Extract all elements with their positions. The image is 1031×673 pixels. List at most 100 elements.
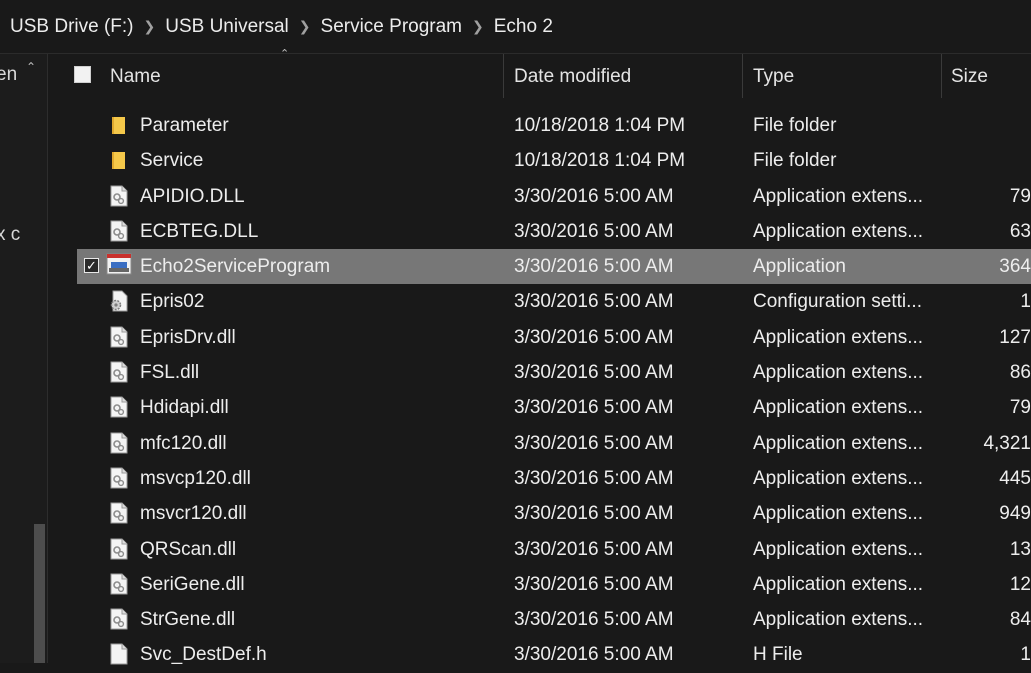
file-date-modified: 3/30/2016 5:00 AM xyxy=(514,432,674,454)
file-type: Application extens... xyxy=(753,503,924,525)
file-size: 1 xyxy=(1020,291,1031,313)
file-size: 4,321 xyxy=(983,432,1031,454)
file-type: Application extens... xyxy=(753,538,924,560)
file-name: FSL.dll xyxy=(140,362,200,384)
file-row[interactable]: EprisDrv.dll 3/30/2016 5:00 AM Application… xyxy=(48,320,1031,355)
nav-pane-item[interactable]: en xyxy=(0,64,17,86)
file-size: 13 xyxy=(1009,538,1031,560)
file-name: StrGene.dll xyxy=(140,609,236,631)
file-size: 12 xyxy=(1009,573,1031,595)
file-type: Application extens... xyxy=(753,609,924,631)
nav-scrollbar-thumb[interactable] xyxy=(34,524,45,663)
column-header-size[interactable]: Size xyxy=(951,66,988,88)
file-name: QRScan.dll xyxy=(140,538,237,560)
column-divider[interactable] xyxy=(941,54,942,98)
file-date-modified: 3/30/2016 5:00 AM xyxy=(514,467,674,489)
file-row[interactable]: Hdidapi.dll 3/30/2016 5:00 AM Application … xyxy=(48,390,1031,425)
dll-file-icon xyxy=(110,396,128,418)
file-name: Parameter xyxy=(140,115,229,136)
file-size: 949 xyxy=(999,503,1031,525)
file-type: File folder xyxy=(753,115,837,136)
column-header-name[interactable]: Name xyxy=(110,66,161,88)
file-type: Application extens... xyxy=(753,185,924,207)
file-size: 84 xyxy=(1009,609,1031,631)
file-name: Hdidapi.dll xyxy=(140,397,229,419)
file-type: Application extens... xyxy=(753,220,924,242)
file-name: EprisDrv.dll xyxy=(140,326,236,348)
file-date-modified: 3/30/2016 5:00 AM xyxy=(514,573,674,595)
file-row[interactable]: StrGene.dll 3/30/2016 5:00 AM Application … xyxy=(48,602,1031,637)
file-list: Parameter 10/18/2018 1:04 PM File folder Se… xyxy=(48,108,1031,673)
file-date-modified: 3/30/2016 5:00 AM xyxy=(514,397,674,419)
file-type: Application extens... xyxy=(753,573,924,595)
file-row[interactable]: FSL.dll 3/30/2016 5:00 AM Application exte… xyxy=(48,355,1031,390)
dll-file-icon xyxy=(110,573,128,595)
file-row[interactable]: mfc120.dll 3/30/2016 5:00 AM Application e… xyxy=(48,426,1031,461)
chevron-right-icon[interactable]: ❯ xyxy=(468,18,488,35)
column-header-type[interactable]: Type xyxy=(753,66,794,88)
dll-file-icon xyxy=(110,608,128,630)
dll-file-icon xyxy=(110,361,128,383)
file-name: Epris02 xyxy=(140,291,205,313)
column-header-row: ⌃ Name Date modified Type Size xyxy=(48,48,1031,100)
file-date-modified: 10/18/2018 1:04 PM xyxy=(514,150,686,172)
scroll-up-icon[interactable]: ⌃ xyxy=(26,60,36,74)
file-date-modified: 3/30/2016 5:00 AM xyxy=(514,291,674,313)
file-row[interactable]: QRScan.dll 3/30/2016 5:00 AM Application e… xyxy=(48,532,1031,567)
chevron-right-icon[interactable]: ❯ xyxy=(140,18,160,35)
nav-pane-item[interactable]: x c xyxy=(0,224,20,246)
breadcrumb-item-service-program[interactable]: Service Program xyxy=(315,16,469,38)
column-divider[interactable] xyxy=(503,54,504,98)
file-size: 63 xyxy=(1009,220,1031,242)
file-size: 86 xyxy=(1009,362,1031,384)
file-row[interactable]: ✓ Echo2ServiceProgram 3/30/2016 5:00 AM App… xyxy=(48,249,1031,285)
select-all-checkbox[interactable] xyxy=(74,66,91,83)
file-name: APIDIO.DLL xyxy=(140,185,245,207)
breadcrumb-item-usb-drive[interactable]: USB Drive (F:) xyxy=(0,16,140,38)
file-row[interactable]: SeriGene.dll 3/30/2016 5:00 AM Application… xyxy=(48,567,1031,602)
breadcrumb-item-usb-universal[interactable]: USB Universal xyxy=(159,16,295,38)
row-checkbox[interactable]: ✓ xyxy=(84,258,99,274)
file-name: msvcp120.dll xyxy=(140,467,251,489)
file-date-modified: 3/30/2016 5:00 AM xyxy=(514,185,674,207)
dll-file-icon xyxy=(110,326,128,348)
file-date-modified: 3/30/2016 5:00 AM xyxy=(514,503,674,525)
file-row[interactable]: APIDIO.DLL 3/30/2016 5:00 AM Application e… xyxy=(48,179,1031,214)
file-row[interactable]: msvcp120.dll 3/30/2016 5:00 AM Application… xyxy=(48,461,1031,496)
file-type: Application extens... xyxy=(753,362,924,384)
file-row[interactable]: msvcr120.dll 3/30/2016 5:00 AM Application… xyxy=(48,496,1031,531)
file-size: 1 xyxy=(1020,644,1031,666)
dll-file-icon xyxy=(110,467,128,489)
file-row[interactable]: Epris02 3/30/2016 5:00 AM Configuration se… xyxy=(48,284,1031,319)
file-date-modified: 3/30/2016 5:00 AM xyxy=(514,220,674,242)
file-date-modified: 3/30/2016 5:00 AM xyxy=(514,538,674,560)
folder-icon xyxy=(110,114,128,136)
navigation-pane[interactable]: en ⌃ x c xyxy=(0,54,48,663)
file-row[interactable]: Svc_DestDef.h 3/30/2016 5:00 AM H File 1 xyxy=(48,637,1031,672)
config-file-icon xyxy=(110,290,128,312)
file-size: 127 xyxy=(999,326,1031,348)
file-name: ECBTEG.DLL xyxy=(140,220,259,242)
file-size: 445 xyxy=(999,467,1031,489)
file-row[interactable]: ECBTEG.DLL 3/30/2016 5:00 AM Application e… xyxy=(48,214,1031,249)
application-icon xyxy=(106,253,132,275)
file-date-modified: 3/30/2016 5:00 AM xyxy=(514,256,674,278)
dll-file-icon xyxy=(110,220,128,242)
file-date-modified: 3/30/2016 5:00 AM xyxy=(514,644,674,666)
file-type: Application extens... xyxy=(753,397,924,419)
breadcrumb-item-echo-2[interactable]: Echo 2 xyxy=(488,16,559,38)
file-type: File folder xyxy=(753,150,837,172)
dll-file-icon xyxy=(110,432,128,454)
column-header-date-modified[interactable]: Date modified xyxy=(514,66,631,88)
dll-file-icon xyxy=(110,502,128,524)
file-size: 364 xyxy=(999,256,1031,278)
file-name: msvcr120.dll xyxy=(140,503,247,525)
chevron-right-icon[interactable]: ❯ xyxy=(295,18,315,35)
file-name: SeriGene.dll xyxy=(140,573,245,595)
file-row[interactable]: Parameter 10/18/2018 1:04 PM File folder xyxy=(48,108,1031,143)
file-type: Application extens... xyxy=(753,467,924,489)
column-divider[interactable] xyxy=(742,54,743,98)
dll-file-icon xyxy=(110,538,128,560)
breadcrumb: USB Drive (F:) ❯ USB Universal ❯ Service… xyxy=(0,0,1031,54)
file-row[interactable]: Service 10/18/2018 1:04 PM File folder xyxy=(48,143,1031,178)
